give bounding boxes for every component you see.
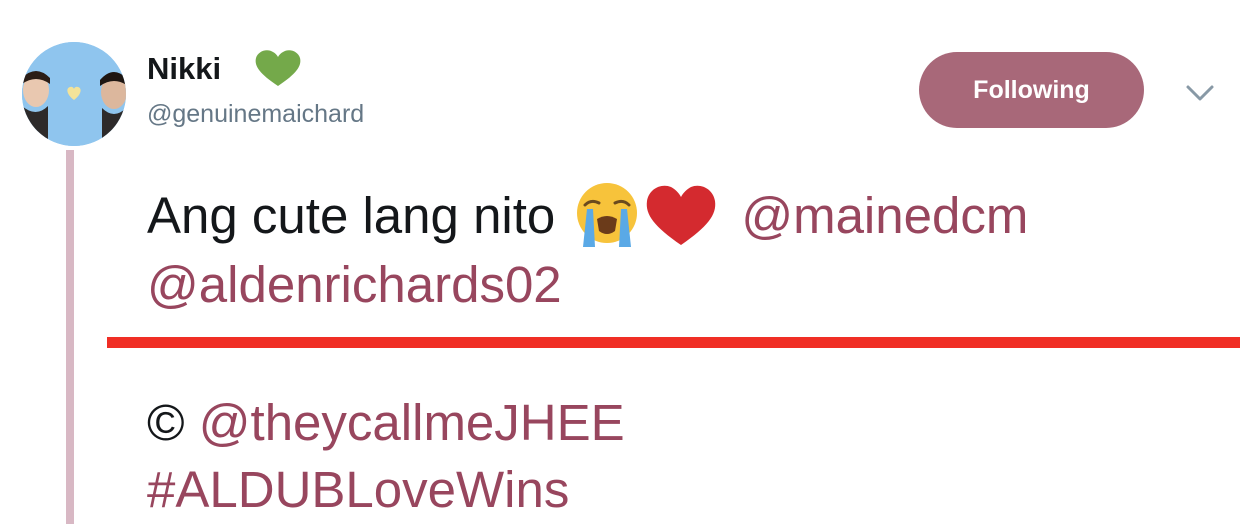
mention-link[interactable]: @theycallmeJHEE [199, 394, 625, 451]
chevron-down-icon[interactable] [1180, 78, 1220, 108]
user-handle[interactable]: @genuinemaichard [147, 98, 364, 130]
display-name[interactable]: Nikki [147, 50, 221, 88]
divider [107, 337, 1240, 348]
credit-line: © @theycallmeJHEE [147, 390, 625, 456]
mention-link[interactable]: @aldenrichards02 [147, 256, 562, 313]
tweet-text-line: Ang cute lang nito @mainedcm [147, 180, 1028, 250]
loudly-crying-face-icon [577, 183, 638, 247]
following-button[interactable]: Following [919, 52, 1144, 128]
red-heart-icon [647, 185, 716, 245]
avatar-image [22, 42, 126, 146]
thread-line [66, 150, 74, 524]
copyright-symbol: © [147, 394, 185, 451]
tweet-text: Ang cute lang nito [147, 186, 556, 244]
avatar[interactable] [22, 42, 126, 146]
green-heart-icon [255, 50, 301, 86]
mention-link[interactable]: @mainedcm [741, 186, 1028, 245]
hashtag-link[interactable]: #ALDUBLoveWins [147, 461, 569, 518]
